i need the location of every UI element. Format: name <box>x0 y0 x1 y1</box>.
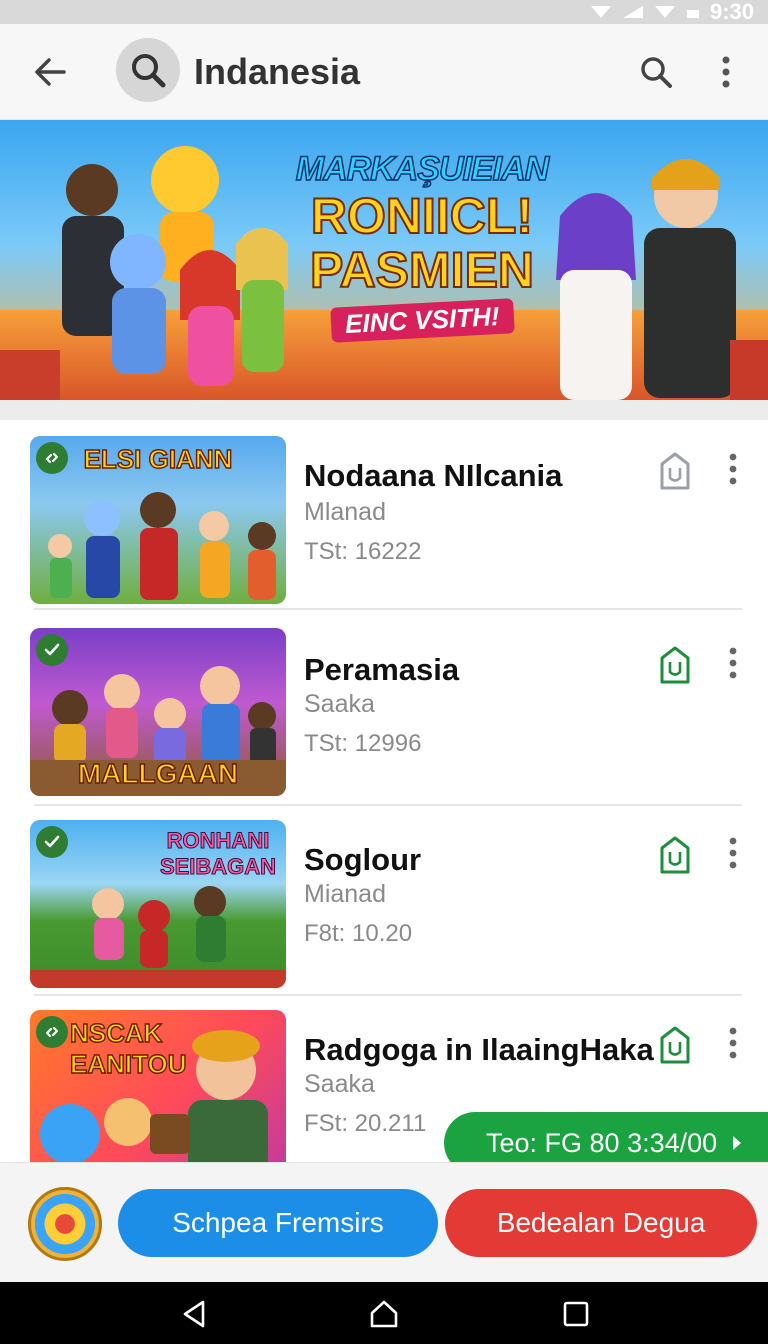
more-vert-icon <box>729 837 737 869</box>
installed-badge <box>36 1016 68 1048</box>
banner-headline: MARKAŞUIEIAN RONIICL! PASMIEN EINC VSITH… <box>272 149 572 343</box>
nav-recents-icon <box>563 1301 589 1327</box>
app-bar: Indanesia <box>0 24 768 120</box>
app-title: Radgoga in IlaaingHaka <box>304 1032 654 1067</box>
more-vert-icon <box>729 1027 737 1059</box>
installed-badge <box>36 634 68 666</box>
back-arrow-icon <box>35 58 66 86</box>
nav-back-icon <box>183 1300 205 1328</box>
nav-home-icon <box>370 1300 398 1328</box>
app-thumbnail: RONHANI SEIBAGAN <box>30 820 286 988</box>
app-title: Nodaana NIlcania <box>304 458 563 493</box>
installed-badge <box>36 442 68 474</box>
item-overflow-button[interactable] <box>716 830 750 876</box>
row-divider <box>34 994 742 996</box>
promo-banner[interactable]: MARKAŞUIEIAN RONIICL! PASMIEN EINC VSITH… <box>0 120 768 400</box>
back-button[interactable] <box>26 48 74 96</box>
primary-action-button[interactable]: Schpea Fremsirs <box>118 1189 438 1257</box>
app-meta: TSt: 12996 <box>304 730 422 757</box>
app-thumbnail: ELSI GIANN <box>30 436 286 604</box>
nav-back-button[interactable] <box>174 1296 214 1332</box>
banner-line-4: EINC VSITH! <box>329 298 515 343</box>
app-thumbnail: NSCAK EANITOU <box>30 1010 286 1178</box>
check-icon <box>44 643 60 656</box>
app-meta: TSt: 16222 <box>304 538 422 565</box>
thumbnail-title: ELSI GIANN <box>83 443 233 474</box>
item-overflow-button[interactable] <box>716 1020 750 1066</box>
shopping-bag-icon[interactable] <box>656 834 694 876</box>
banner-line-2: RONIICL! <box>310 188 534 244</box>
app-publisher: Saaka <box>304 1070 375 1098</box>
shopping-bag-icon[interactable] <box>656 644 694 686</box>
status-bar: 9:30 <box>0 0 768 24</box>
app-publisher: Mlanad <box>304 498 386 526</box>
status-time: 9:30 <box>709 0 754 24</box>
app-logo[interactable] <box>28 1187 102 1261</box>
wifi-icon-2 <box>654 6 675 18</box>
list-item[interactable]: ELSI GIANN Nodaana NIlcania Mlanad TSt: … <box>0 420 768 610</box>
battery-icon <box>686 10 699 18</box>
check-icon <box>44 835 60 848</box>
app-publisher: Mianad <box>304 880 386 908</box>
list-item[interactable]: RONHANI SEIBAGAN Soglour Mianad F8t: 10.… <box>0 806 768 996</box>
app-title: Soglour <box>304 842 422 877</box>
app-title: Peramasia <box>304 652 460 687</box>
search-avatar[interactable] <box>116 38 180 102</box>
wifi-icon <box>590 6 611 18</box>
more-vert-icon <box>722 56 730 88</box>
shopping-bag-icon[interactable] <box>656 450 694 492</box>
chevron-right-icon <box>733 1136 742 1150</box>
nav-home-button[interactable] <box>364 1296 404 1332</box>
system-navigation-bar <box>0 1282 768 1344</box>
list-item[interactable]: MALLGAAN Peramasia Saaka TSt: 12996 <box>0 616 768 806</box>
installed-badge <box>36 826 68 858</box>
banner-line-3: PASMIEN <box>309 242 535 298</box>
thumbnail-title: MALLGAAN <box>77 757 239 789</box>
banner-line-1: MARKAŞUIEIAN <box>295 149 550 189</box>
app-meta: F8t: 10.20 <box>304 920 413 947</box>
page-title: Indanesia <box>194 51 361 92</box>
section-separator <box>0 400 768 420</box>
secondary-action-button[interactable]: Bedealan Degua <box>445 1189 757 1257</box>
more-vert-icon <box>729 453 737 485</box>
overflow-menu-button[interactable] <box>702 48 750 96</box>
promo-pill-label: Teo: FG 80 3:34/00 <box>486 1127 718 1158</box>
signal-icon <box>622 6 643 18</box>
row-divider <box>34 608 742 610</box>
nav-recents-button[interactable] <box>556 1296 596 1332</box>
thumbnail-title: RONHANI SEIBAGAN <box>159 828 277 880</box>
bottom-action-bar: Schpea Fremsirs Bedealan Degua <box>0 1162 768 1282</box>
item-overflow-button[interactable] <box>716 446 750 492</box>
search-icon <box>641 57 672 88</box>
more-vert-icon <box>729 647 737 679</box>
search-icon <box>132 54 166 88</box>
app-publisher: Saaka <box>304 690 375 718</box>
app-meta: FSt: 20.211 <box>304 1110 427 1137</box>
shopping-bag-icon[interactable] <box>656 1024 694 1066</box>
search-button[interactable] <box>632 48 680 96</box>
link-icon <box>45 1026 59 1038</box>
link-icon <box>45 452 59 464</box>
app-thumbnail: MALLGAAN <box>30 628 286 796</box>
item-overflow-button[interactable] <box>716 640 750 686</box>
